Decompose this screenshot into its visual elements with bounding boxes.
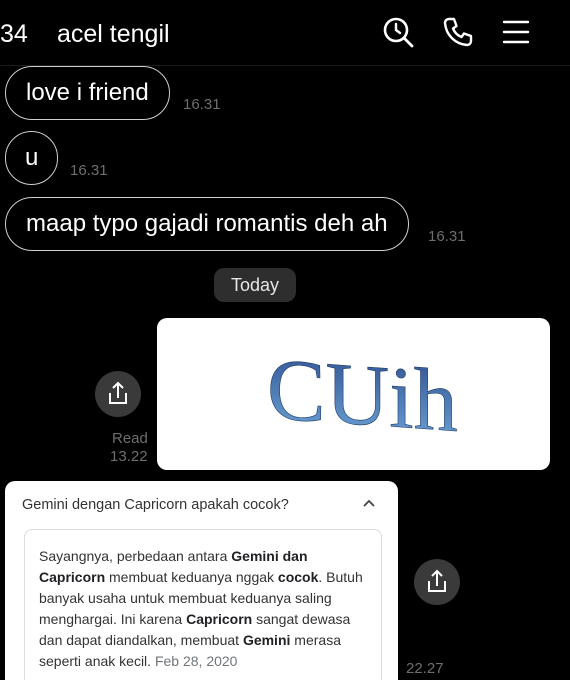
- menu-icon[interactable]: [498, 14, 534, 50]
- phone-icon[interactable]: [440, 14, 476, 50]
- message-text: u: [25, 144, 39, 171]
- search-snippet-card[interactable]: Gemini dengan Capricorn apakah cocok? Sa…: [5, 481, 398, 680]
- message-bubble[interactable]: love i friend: [5, 66, 170, 120]
- message-time: 16.31: [183, 96, 221, 113]
- back-unread-count[interactable]: 34: [0, 20, 28, 49]
- answer-bold-text: Gemini: [242, 632, 291, 648]
- share-icon: [109, 381, 127, 404]
- snippet-date: Feb 28, 2020: [151, 653, 238, 669]
- message-time: 22.27: [406, 660, 444, 677]
- answer-bold-text: cocok: [277, 569, 319, 585]
- share-button[interactable]: [414, 559, 460, 605]
- message-time: 16.31: [428, 228, 466, 245]
- read-status: Read: [112, 430, 148, 447]
- answer-text: membuat keduanya nggak: [105, 569, 278, 585]
- message-bubble[interactable]: u: [5, 131, 59, 185]
- message-time: 16.31: [70, 162, 108, 179]
- wordart-text: CUih: [267, 340, 458, 451]
- message-bubble[interactable]: maap typo gajadi romantis deh ah: [5, 197, 409, 251]
- wordart-image: CUih: [267, 339, 458, 451]
- message-text: maap typo gajadi romantis deh ah: [26, 210, 388, 237]
- chat-header: 34 acel tengil: [0, 0, 570, 66]
- answer-text: Sayangnya, perbedaan antara: [39, 548, 232, 564]
- answer-bold-text: Capricorn: [186, 611, 253, 627]
- share-button[interactable]: [95, 371, 141, 417]
- image-message[interactable]: CUih: [157, 318, 550, 470]
- contact-name[interactable]: acel tengil: [57, 20, 170, 49]
- snippet-answer-box: Sayangnya, perbedaan antara Gemini dan C…: [24, 529, 382, 680]
- search-icon[interactable]: [380, 14, 416, 50]
- message-text: love i friend: [26, 79, 149, 106]
- date-divider: Today: [214, 268, 296, 302]
- share-icon: [428, 569, 446, 592]
- message-time: 13.22: [110, 448, 148, 465]
- chevron-up-icon[interactable]: [361, 495, 377, 511]
- snippet-question: Gemini dengan Capricorn apakah cocok?: [22, 497, 289, 513]
- snippet-answer: Sayangnya, perbedaan antara Gemini dan C…: [39, 546, 369, 672]
- date-divider-label: Today: [230, 274, 280, 295]
